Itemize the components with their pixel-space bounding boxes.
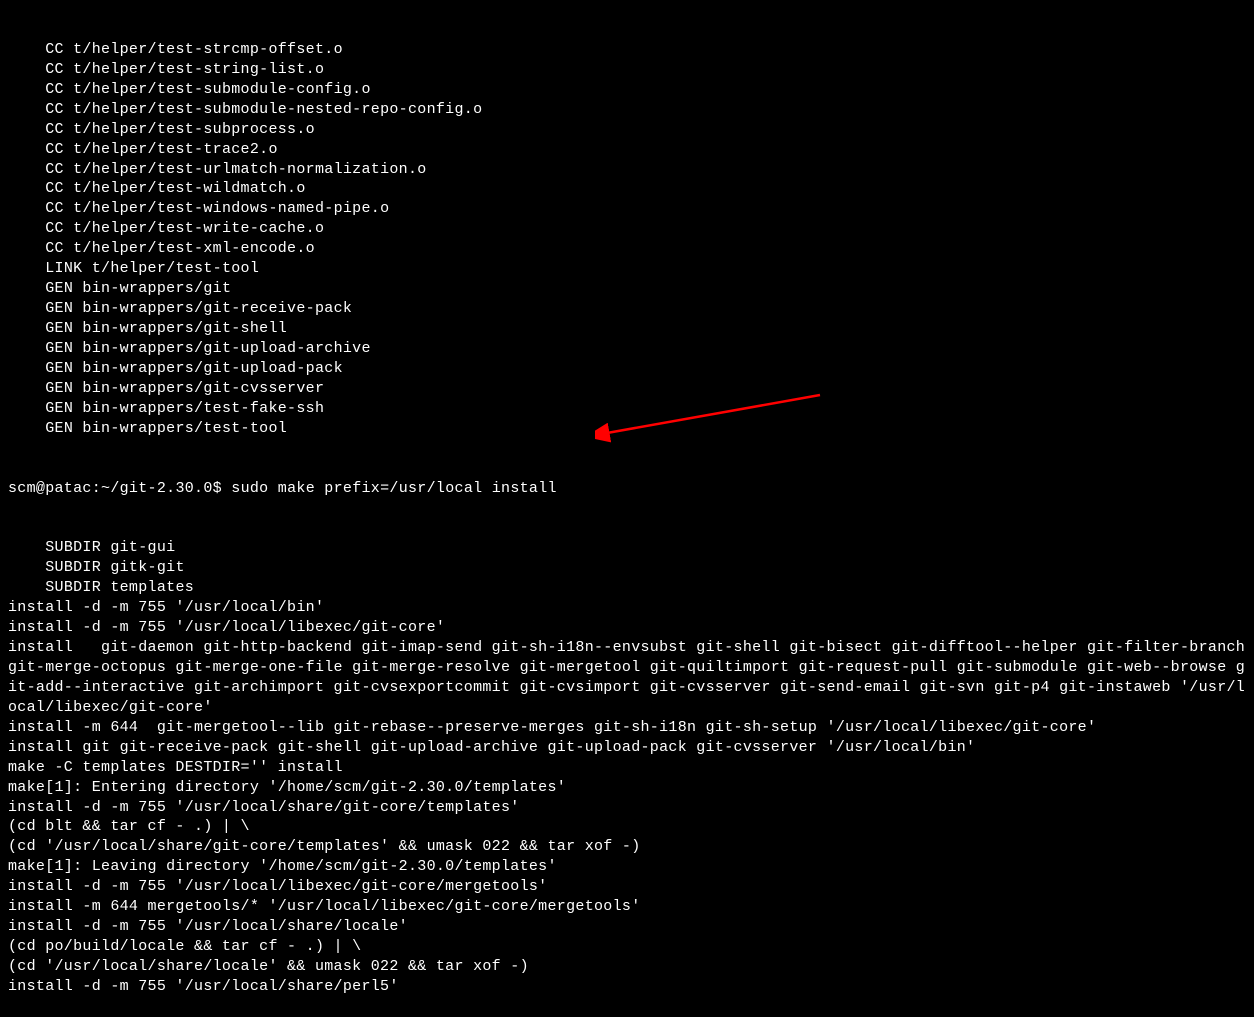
prompt-user-host: scm@patac (8, 480, 92, 497)
prompt-command: sudo make prefix=/usr/local install (231, 480, 557, 497)
terminal-line: SUBDIR gitk-git (8, 558, 1246, 578)
terminal-line: (cd po/build/locale && tar cf - .) | \ (8, 937, 1246, 957)
terminal-line: install -d -m 755 '/usr/local/libexec/gi… (8, 877, 1246, 897)
terminal-line: CC t/helper/test-urlmatch-normalization.… (8, 160, 1246, 180)
terminal-line: make[1]: Entering directory '/home/scm/g… (8, 778, 1246, 798)
terminal-line: CC t/helper/test-subprocess.o (8, 120, 1246, 140)
terminal-line: CC t/helper/test-trace2.o (8, 140, 1246, 160)
terminal-line: install -m 644 git-mergetool--lib git-re… (8, 718, 1246, 738)
terminal-line: GEN bin-wrappers/git (8, 279, 1246, 299)
prompt-path: ~/git-2.30.0 (101, 480, 213, 497)
terminal-line: make -C templates DESTDIR='' install (8, 758, 1246, 778)
terminal-line: GEN bin-wrappers/git-cvsserver (8, 379, 1246, 399)
terminal-line: GEN bin-wrappers/git-upload-pack (8, 359, 1246, 379)
terminal-line: (cd '/usr/local/share/git-core/templates… (8, 837, 1246, 857)
terminal-output[interactable]: CC t/helper/test-strcmp-offset.o CC t/he… (0, 0, 1254, 1017)
terminal-line: install git git-receive-pack git-shell g… (8, 738, 1246, 758)
prompt-symbol: $ (213, 480, 222, 497)
terminal-line: CC t/helper/test-write-cache.o (8, 219, 1246, 239)
terminal-line: (cd blt && tar cf - .) | \ (8, 817, 1246, 837)
terminal-line: CC t/helper/test-submodule-nested-repo-c… (8, 100, 1246, 120)
terminal-line: CC t/helper/test-strcmp-offset.o (8, 40, 1246, 60)
terminal-line: GEN bin-wrappers/git-shell (8, 319, 1246, 339)
terminal-line: GEN bin-wrappers/git-receive-pack (8, 299, 1246, 319)
terminal-line: install -d -m 755 '/usr/local/share/git-… (8, 798, 1246, 818)
terminal-line: CC t/helper/test-wildmatch.o (8, 179, 1246, 199)
terminal-line: install -d -m 755 '/usr/local/bin' (8, 598, 1246, 618)
terminal-line: install -d -m 755 '/usr/local/libexec/gi… (8, 618, 1246, 638)
terminal-line: install -d -m 755 '/usr/local/share/loca… (8, 917, 1246, 937)
terminal-line: (cd '/usr/local/share/locale' && umask 0… (8, 957, 1246, 977)
terminal-line: CC t/helper/test-submodule-config.o (8, 80, 1246, 100)
terminal-line: CC t/helper/test-windows-named-pipe.o (8, 199, 1246, 219)
terminal-line: SUBDIR git-gui (8, 538, 1246, 558)
terminal-line: CC t/helper/test-string-list.o (8, 60, 1246, 80)
terminal-line: make[1]: Leaving directory '/home/scm/gi… (8, 857, 1246, 877)
terminal-line: GEN bin-wrappers/git-upload-archive (8, 339, 1246, 359)
terminal-line: install git-daemon git-http-backend git-… (8, 638, 1246, 718)
terminal-line: GEN bin-wrappers/test-fake-ssh (8, 399, 1246, 419)
terminal-line: CC t/helper/test-xml-encode.o (8, 239, 1246, 259)
terminal-line: SUBDIR templates (8, 578, 1246, 598)
command-prompt-line: scm@patac:~/git-2.30.0$ sudo make prefix… (8, 479, 1246, 499)
terminal-line: GEN bin-wrappers/test-tool (8, 419, 1246, 439)
terminal-line: LINK t/helper/test-tool (8, 259, 1246, 279)
terminal-line: install -d -m 755 '/usr/local/share/perl… (8, 977, 1246, 997)
terminal-line: install -m 644 mergetools/* '/usr/local/… (8, 897, 1246, 917)
